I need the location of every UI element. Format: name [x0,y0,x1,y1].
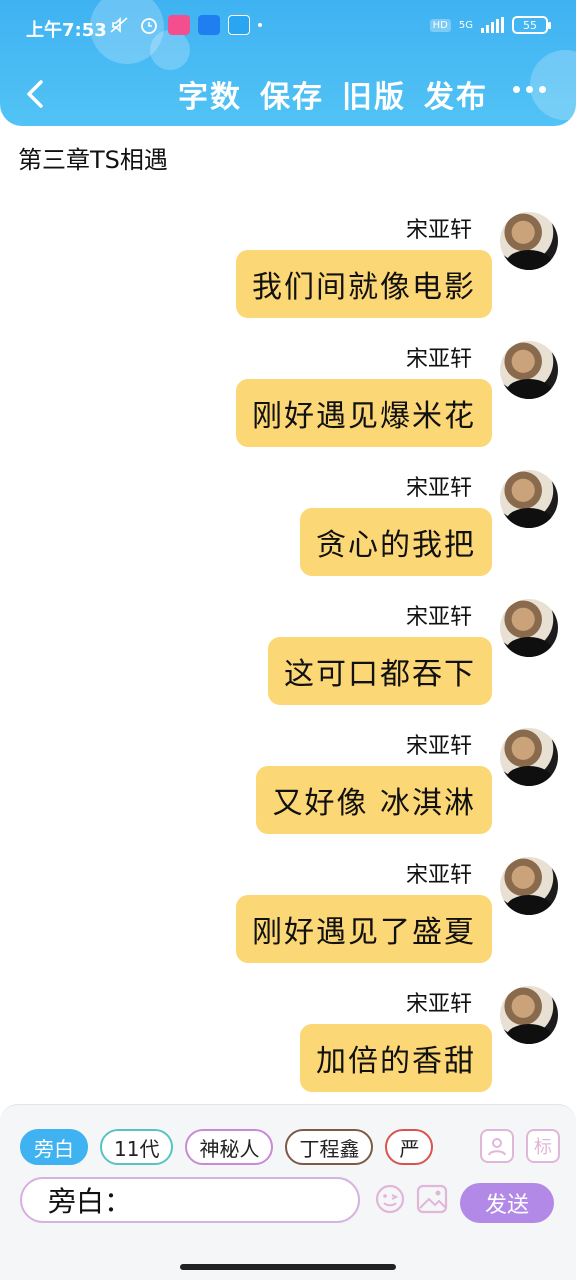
status-notification-icons [108,15,262,35]
avatar[interactable] [500,857,558,915]
message-input[interactable]: 旁白： [20,1177,360,1223]
sender-name: 宋亚轩 [405,992,472,1017]
chat-message[interactable]: 宋亚轩 刚好遇见了盛夏 [18,857,558,977]
role-chip[interactable]: 严 [385,1129,434,1165]
role-chip-narrator[interactable]: 旁白 [20,1129,88,1165]
input-text: 旁白： [48,1185,133,1218]
role-chip[interactable]: 神秘人 [185,1129,274,1165]
editor-toolbar: 字数 保存 旧版 发布 [178,72,488,116]
chat-message[interactable]: 宋亚轩 刚好遇见爆米花 [18,341,558,461]
save-button[interactable]: 保存 [260,72,324,116]
battery-level: 55 [523,18,537,32]
mute-icon [108,15,130,35]
chat-message[interactable]: 宋亚轩 这可口都吞下 [18,599,558,719]
message-bubble[interactable]: 我们间就像电影 [236,250,492,318]
header-bar: 上午7:53 HD 5G 55 字数 保存 旧版 发布 [0,0,576,126]
chapter-title[interactable]: 第三章TS相遇 [18,140,168,175]
role-selector: 旁白 11代 神秘人 丁程鑫 严 [20,1129,465,1165]
chat-message[interactable]: 宋亚轩 又好像 冰淇淋 [18,728,558,848]
sender-name: 宋亚轩 [405,863,472,888]
avatar[interactable] [500,470,558,528]
shopping-app-icon [168,15,190,35]
word-count-button[interactable]: 字数 [178,72,242,116]
tag-button[interactable]: 标 [526,1129,560,1163]
publish-button[interactable]: 发布 [424,72,488,116]
sender-name: 宋亚轩 [405,347,472,372]
network-type: 5G [458,19,473,31]
more-dot-icon [513,86,520,93]
message-bubble[interactable]: 加倍的香甜 [300,1024,492,1092]
status-system-icons: HD 5G 55 [429,16,551,34]
sender-name: 宋亚轩 [405,476,472,501]
message-bubble[interactable]: 刚好遇见爆米花 [236,379,492,447]
home-indicator[interactable] [180,1264,396,1270]
status-bar: 上午7:53 HD 5G 55 [0,10,576,46]
tag-label: 标 [534,1137,552,1158]
message-bubble[interactable]: 贪心的我把 [300,508,492,576]
emoji-button[interactable] [372,1181,408,1217]
sender-name: 宋亚轩 [405,218,472,243]
signal-icon [481,17,504,33]
status-time: 上午7:53 [26,20,107,41]
back-button[interactable] [18,74,52,114]
message-bubble[interactable]: 刚好遇见了盛夏 [236,895,492,963]
more-dot-icon [526,86,533,93]
image-button[interactable] [414,1181,450,1217]
sender-name: 宋亚轩 [405,734,472,759]
message-bubble[interactable]: 这可口都吞下 [268,637,492,705]
more-dot-icon [539,86,546,93]
old-version-button[interactable]: 旧版 [342,72,406,116]
zhihu-app-icon [198,15,220,35]
person-icon [488,1138,506,1156]
composer-panel: 旁白 11代 神秘人 丁程鑫 严 标 旁白： 发送 [0,1104,576,1280]
battery-icon: 55 [512,16,551,34]
decoration-circle [530,50,576,120]
chat-message[interactable]: 宋亚轩 贪心的我把 [18,470,558,590]
avatar[interactable] [500,341,558,399]
send-button[interactable]: 发送 [460,1183,554,1223]
avatar[interactable] [500,986,558,1044]
chat-message[interactable]: 宋亚轩 加倍的香甜 [18,986,558,1106]
more-options-button[interactable] [513,86,546,93]
add-role-button[interactable] [480,1129,514,1163]
message-bubble[interactable]: 又好像 冰淇淋 [256,766,492,834]
emoji-icon [375,1184,405,1214]
avatar[interactable] [500,212,558,270]
avatar[interactable] [500,728,558,786]
more-notifications-icon [258,23,262,27]
role-chip[interactable]: 丁程鑫 [285,1129,374,1165]
sender-name: 宋亚轩 [405,605,472,630]
image-icon [416,1184,448,1214]
alarm-icon [138,15,160,35]
hd-icon: HD [429,18,451,32]
avatar[interactable] [500,599,558,657]
app-icon [228,15,250,35]
chevron-left-icon [27,80,43,108]
chat-message[interactable]: 宋亚轩 我们间就像电影 [18,212,558,332]
role-chip[interactable]: 11代 [100,1129,174,1165]
